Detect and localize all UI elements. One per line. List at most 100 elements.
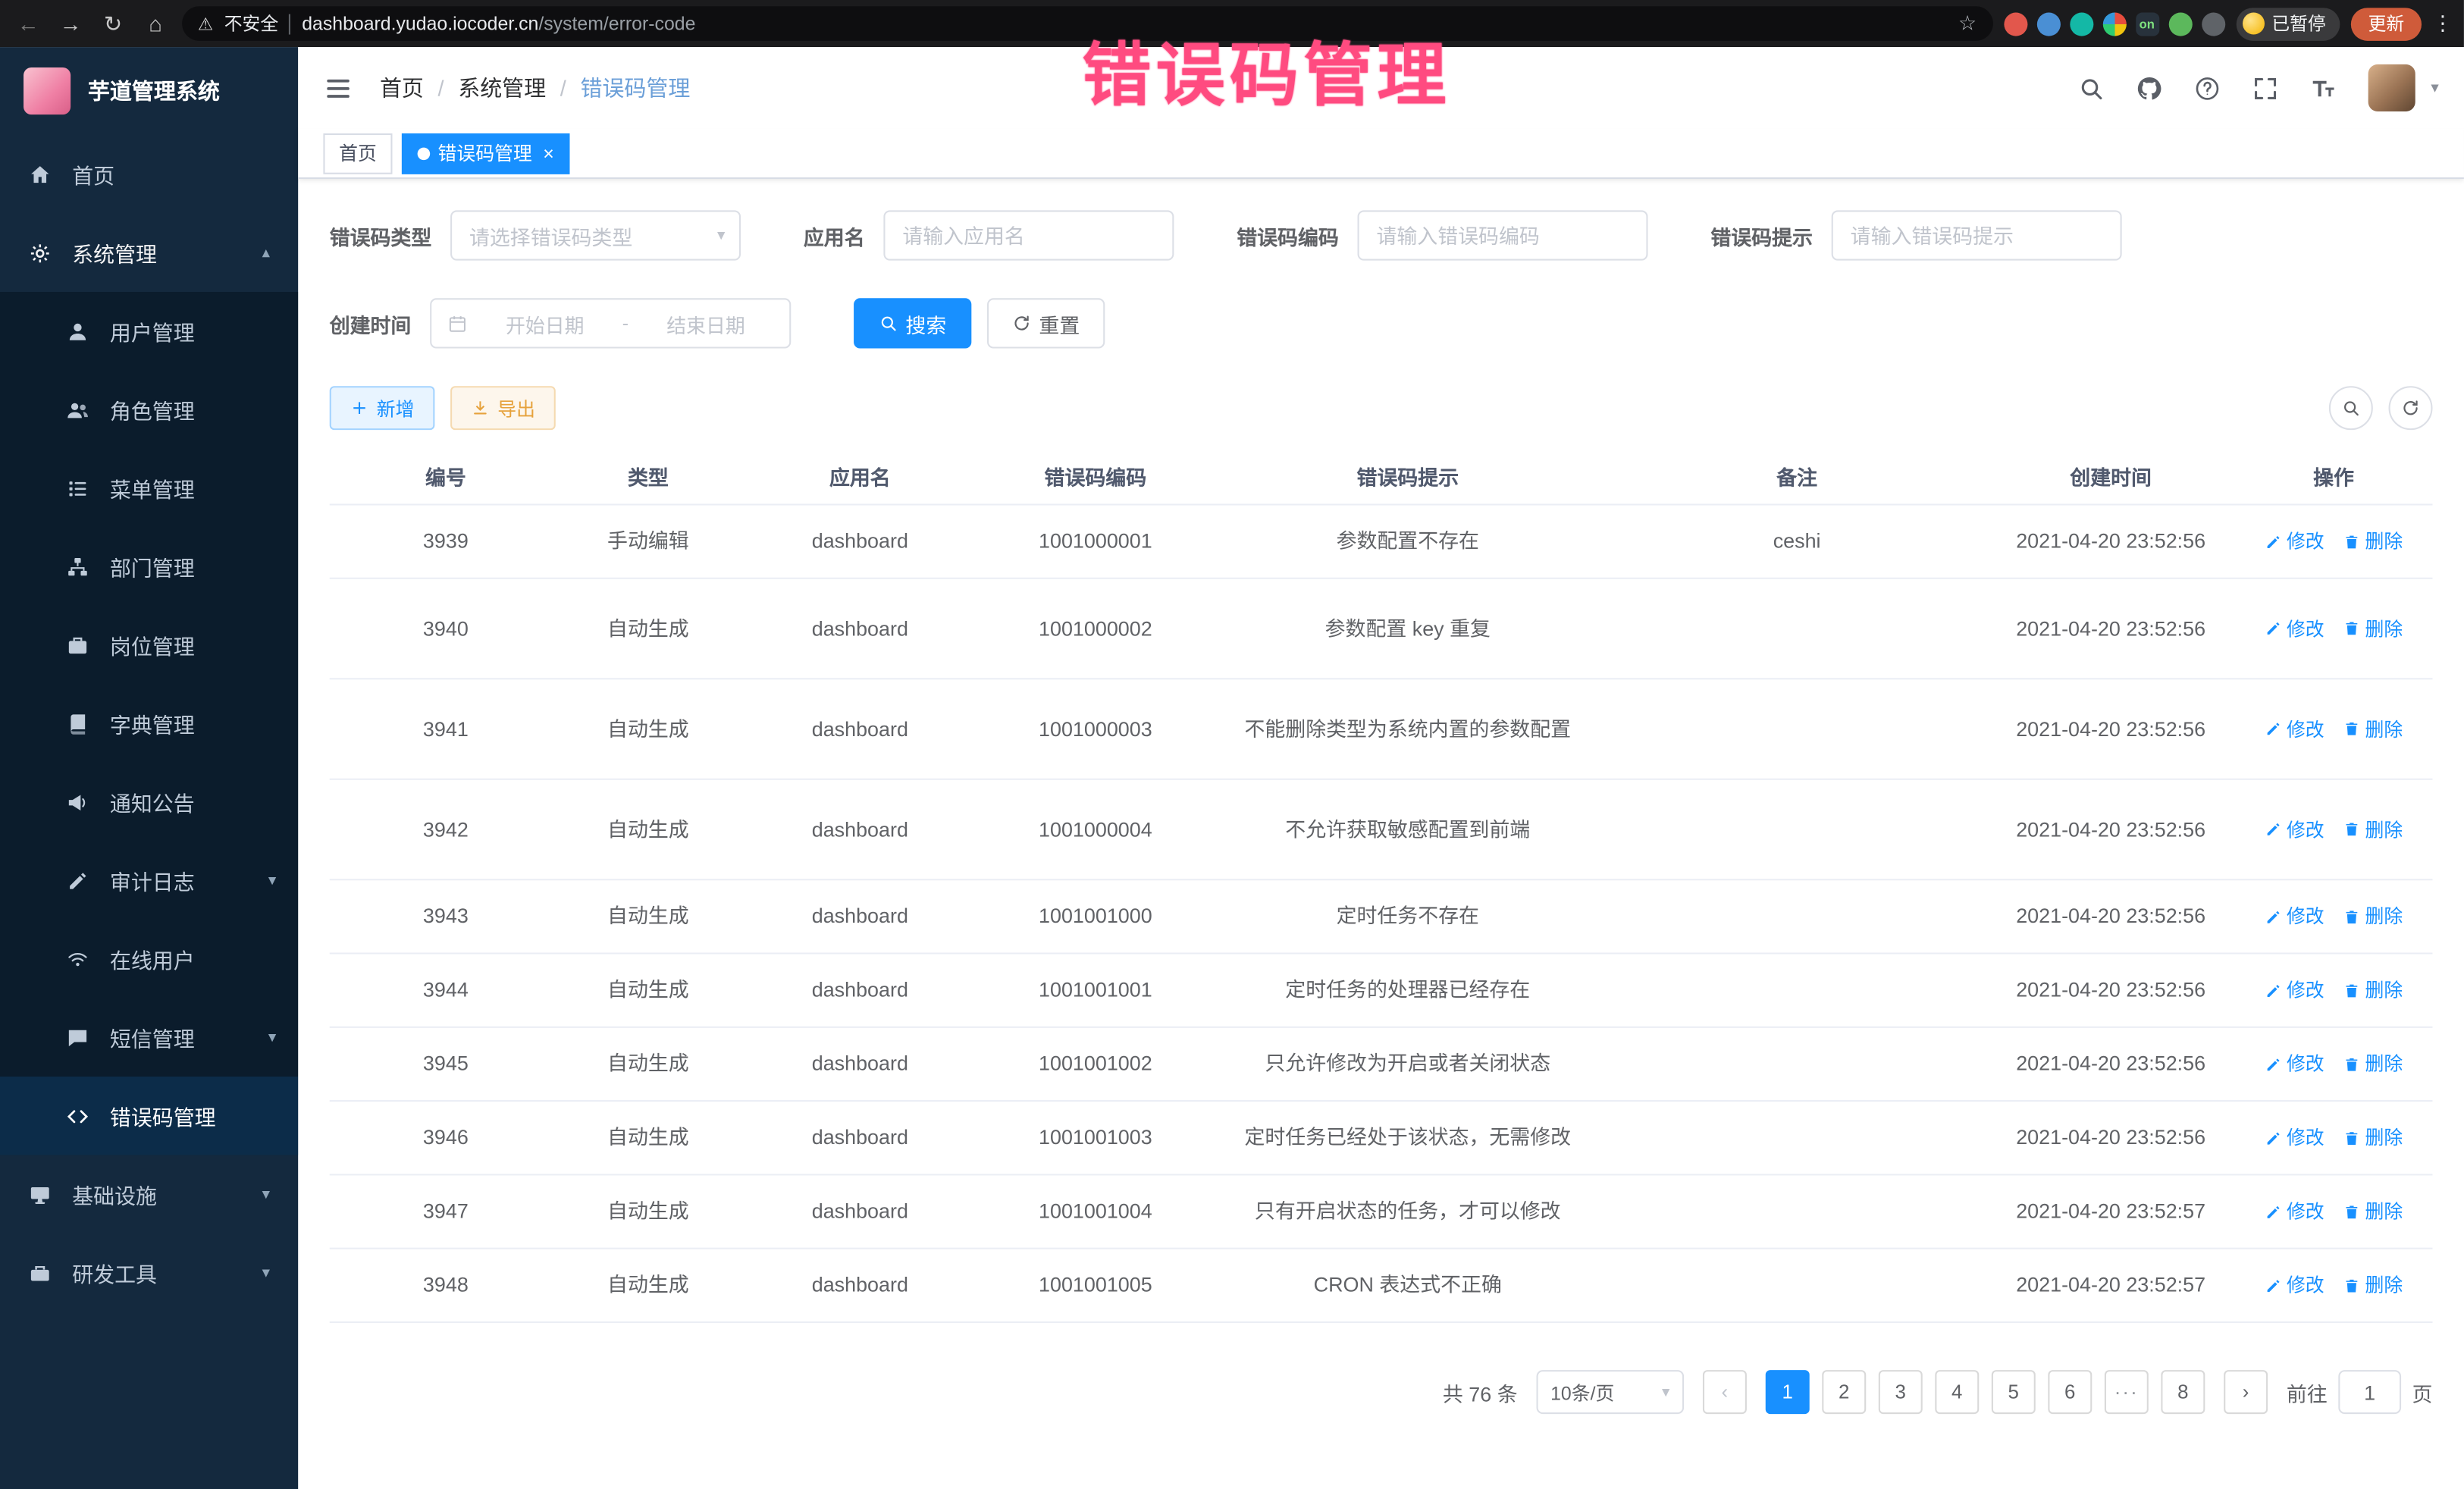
search-button[interactable]: 搜索 (854, 298, 971, 348)
browser-forward-icon[interactable]: → (55, 11, 86, 36)
delete-button[interactable]: 删除 (2343, 902, 2403, 930)
edit-button[interactable]: 修改 (2265, 1197, 2324, 1225)
next-page-button[interactable]: › (2224, 1370, 2268, 1414)
table-row[interactable]: 3940自动生成dashboard1001000002参数配置 key 重复20… (330, 579, 2433, 679)
sidebar-item-dict-management[interactable]: 字典管理 (0, 685, 298, 763)
prev-page-button[interactable]: ‹ (1703, 1370, 1747, 1414)
table-row[interactable]: 3945自动生成dashboard1001001002只允许修改为开启或者关闭状… (330, 1028, 2433, 1102)
edit-button[interactable]: 修改 (2265, 528, 2324, 556)
table-row[interactable]: 3944自动生成dashboard1001001001定时任务的处理器已经存在2… (330, 955, 2433, 1028)
profile-paused-pill[interactable]: 已暂停 (2236, 7, 2340, 39)
sidebar-item-home[interactable]: 首页 (0, 135, 298, 214)
delete-button[interactable]: 删除 (2343, 976, 2403, 1005)
refresh-table-button[interactable] (2389, 386, 2433, 430)
table-row[interactable]: 3943自动生成dashboard1001001000定时任务不存在2021-0… (330, 880, 2433, 954)
app-name-input[interactable] (883, 210, 1174, 260)
sidebar-item-role-management[interactable]: 角色管理 (0, 371, 298, 449)
sidebar-item-system-management[interactable]: 系统管理▴ (0, 214, 298, 293)
extension-icon-pinwheel[interactable] (2102, 12, 2126, 36)
edit-button[interactable]: 修改 (2265, 976, 2324, 1005)
sidebar-item-dept-management[interactable]: 部门管理 (0, 528, 298, 607)
create-time-range-picker[interactable]: 开始日期 - 结束日期 (430, 298, 791, 348)
sidebar-logo-row[interactable]: 芋道管理系统 (0, 47, 298, 135)
font-size-icon[interactable] (2310, 74, 2337, 101)
breadcrumb-item[interactable]: 首页 (380, 72, 424, 103)
browser-reload-icon[interactable]: ↻ (97, 10, 128, 36)
delete-button[interactable]: 删除 (2343, 815, 2403, 843)
plus-icon (350, 399, 369, 418)
tab-error-code[interactable]: 错误码管理× (402, 133, 570, 174)
delete-button[interactable]: 删除 (2343, 1197, 2403, 1225)
delete-button[interactable]: 删除 (2343, 1124, 2403, 1152)
browser-menu-icon[interactable]: ⋮ (2433, 11, 2452, 36)
page-6-button[interactable]: 6 (2048, 1370, 2092, 1414)
bookmark-star-icon[interactable]: ☆ (1958, 11, 1977, 36)
page-jump-input[interactable] (2338, 1370, 2401, 1414)
browser-update-button[interactable]: 更新 (2351, 7, 2422, 39)
browser-back-icon[interactable]: ← (13, 11, 44, 36)
edit-button[interactable]: 修改 (2265, 815, 2324, 843)
chevron-down-icon[interactable]: ▾ (2431, 80, 2438, 97)
edit-button[interactable]: 修改 (2265, 614, 2324, 642)
edit-button[interactable]: 修改 (2265, 1124, 2324, 1152)
export-button[interactable]: 导出 (450, 386, 556, 430)
table-row[interactable]: 3941自动生成dashboard1001000003不能删除类型为系统内置的参… (330, 679, 2433, 779)
page-5-button[interactable]: 5 (1992, 1370, 2036, 1414)
sidebar-item-menu-management[interactable]: 菜单管理 (0, 449, 298, 528)
page-8-button[interactable]: 8 (2161, 1370, 2205, 1414)
sidebar-item-dev-tools[interactable]: 研发工具▾ (0, 1234, 298, 1312)
close-tab-icon[interactable]: × (543, 143, 554, 162)
error-type-select[interactable]: 请选择错误码类型 ▾ (450, 210, 741, 260)
edit-button[interactable]: 修改 (2265, 1271, 2324, 1299)
extension-icon-green[interactable] (2168, 12, 2192, 36)
extension-icon-teal[interactable] (2069, 12, 2093, 36)
sidebar-item-post-management[interactable]: 岗位管理 (0, 606, 298, 685)
table-row[interactable]: 3946自动生成dashboard1001001003定时任务已经处于该状态，无… (330, 1102, 2433, 1175)
add-button[interactable]: 新增 (330, 386, 435, 430)
delete-button[interactable]: 删除 (2343, 715, 2403, 743)
toggle-search-button[interactable] (2329, 386, 2373, 430)
error-code-input[interactable] (1358, 210, 1648, 260)
delete-button[interactable]: 删除 (2343, 1271, 2403, 1299)
page-1-button[interactable]: 1 (1766, 1370, 1810, 1414)
delete-button[interactable]: 删除 (2343, 528, 2403, 556)
table-row[interactable]: 3948自动生成dashboard1001001005CRON 表达式不正确20… (330, 1249, 2433, 1323)
more-pages-button[interactable]: ··· (2105, 1370, 2149, 1414)
page-4-button[interactable]: 4 (1935, 1370, 1979, 1414)
sidebar-item-notice-announcement[interactable]: 通知公告 (0, 763, 298, 842)
page-size-select[interactable]: 10条/页 ▾ (1536, 1370, 1684, 1414)
edit-button[interactable]: 修改 (2265, 1050, 2324, 1078)
address-bar[interactable]: ⚠ 不安全 dashboard.yudao.iocoder.cn/system/… (182, 6, 1992, 41)
page-2-button[interactable]: 2 (1822, 1370, 1866, 1414)
delete-button[interactable]: 删除 (2343, 614, 2403, 642)
hint-cell: 定时任务不存在 (1205, 895, 1610, 938)
sidebar-item-user-management[interactable]: 用户管理 (0, 292, 298, 371)
github-icon[interactable] (2136, 74, 2162, 101)
edit-button[interactable]: 修改 (2265, 902, 2324, 930)
table-row[interactable]: 3939手动编辑dashboard1001000001参数配置不存在ceshi2… (330, 506, 2433, 579)
fullscreen-icon[interactable] (2252, 74, 2278, 101)
sidebar-item-audit-log[interactable]: 审计日志▾ (0, 842, 298, 920)
sidebar-item-sms-management[interactable]: 短信管理▾ (0, 998, 298, 1077)
page-3-button[interactable]: 3 (1879, 1370, 1923, 1414)
error-hint-input[interactable] (1832, 210, 2122, 260)
help-icon[interactable] (2194, 74, 2221, 101)
sidebar-item-online-users[interactable]: 在线用户 (0, 920, 298, 998)
extension-icon-dark-badge[interactable]: on (2135, 12, 2158, 36)
extension-icon-blue[interactable] (2036, 12, 2060, 36)
breadcrumb-item[interactable]: 系统管理 (458, 72, 546, 103)
tab-home[interactable]: 首页 (323, 133, 392, 174)
extension-icon-puzzle[interactable] (2201, 12, 2224, 36)
sidebar-item-infrastructure[interactable]: 基础设施▾ (0, 1155, 298, 1234)
hamburger-icon[interactable] (323, 73, 353, 102)
avatar[interactable] (2368, 64, 2415, 111)
browser-home-icon[interactable]: ⌂ (140, 11, 171, 36)
table-row[interactable]: 3947自动生成dashboard1001001004只有开启状态的任务，才可以… (330, 1175, 2433, 1249)
extension-icon-red[interactable] (2003, 12, 2027, 36)
delete-button[interactable]: 删除 (2343, 1050, 2403, 1078)
search-icon[interactable] (2078, 74, 2105, 101)
table-row[interactable]: 3942自动生成dashboard1001000004不允许获取敏感配置到前端2… (330, 780, 2433, 880)
reset-button[interactable]: 重置 (987, 298, 1105, 348)
edit-button[interactable]: 修改 (2265, 715, 2324, 743)
sidebar-item-error-code-management[interactable]: 错误码管理 (0, 1077, 298, 1155)
